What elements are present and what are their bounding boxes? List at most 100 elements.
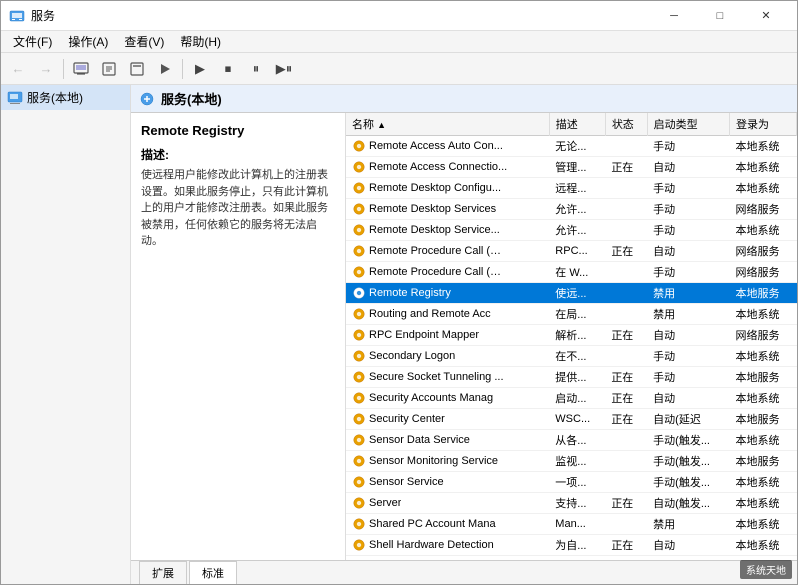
toolbar-btn-4[interactable] <box>152 57 178 81</box>
tab-standard[interactable]: 标准 <box>189 561 237 584</box>
service-startup-cell: 禁用 <box>647 304 729 325</box>
service-status-cell <box>605 472 647 493</box>
table-row[interactable]: Remote Desktop Services允许...手动网络服务 <box>346 199 797 220</box>
service-status-cell: 正在 <box>605 367 647 388</box>
col-startup[interactable]: 启动类型 <box>647 113 729 136</box>
menu-action[interactable]: 操作(A) <box>60 31 116 52</box>
service-startup-cell: 手动 <box>647 199 729 220</box>
service-status-cell: 正在 <box>605 325 647 346</box>
toolbar-sep-1 <box>63 59 64 79</box>
minimize-button[interactable]: ─ <box>651 1 697 31</box>
sidebar-item-local-services[interactable]: 服务(本地) <box>1 85 130 110</box>
table-row[interactable]: Sensor Service一项...手动(触发...本地系统 <box>346 472 797 493</box>
service-status-cell <box>605 346 647 367</box>
service-startup-cell: 自动 <box>647 325 729 346</box>
toolbar-btn-1[interactable] <box>68 57 94 81</box>
table-row[interactable]: Shell Hardware Detection为自...正在自动本地系统 <box>346 535 797 556</box>
table-row[interactable]: Remote Desktop Configu...远程...手动本地系统 <box>346 178 797 199</box>
service-login-cell: 本地系统 <box>729 304 796 325</box>
service-startup-cell: 自动(触发... <box>647 493 729 514</box>
menu-view[interactable]: 查看(V) <box>116 31 172 52</box>
table-header-row: 名称 ▲ 描述 状态 启动类型 登录为 <box>346 113 797 136</box>
service-icon <box>352 412 366 426</box>
service-login-cell: 本地服务 <box>729 367 796 388</box>
service-startup-cell: 手动(触发... <box>647 472 729 493</box>
table-row[interactable]: RPC Endpoint Mapper解析...正在自动网络服务 <box>346 325 797 346</box>
service-desc-cell: 支持... <box>549 493 605 514</box>
service-status-cell: 正在 <box>605 241 647 262</box>
play-button[interactable]: ▶ <box>187 57 213 81</box>
title-bar-left: 服务 <box>9 7 55 24</box>
service-status-cell <box>605 262 647 283</box>
toolbar-btn-3[interactable] <box>124 57 150 81</box>
col-desc[interactable]: 描述 <box>549 113 605 136</box>
service-login-cell: 本地服务 <box>729 283 796 304</box>
service-startup-cell: 手动 <box>647 178 729 199</box>
service-login-cell: 网络服务 <box>729 325 796 346</box>
col-status[interactable]: 状态 <box>605 113 647 136</box>
back-button[interactable]: ← <box>5 57 31 81</box>
table-row[interactable]: Remote Registry使远...禁用本地服务 <box>346 283 797 304</box>
service-startup-cell: 手动 <box>647 136 729 157</box>
menu-bar: 文件(F) 操作(A) 查看(V) 帮助(H) <box>1 31 797 53</box>
col-login[interactable]: 登录为 <box>729 113 796 136</box>
service-desc-cell: WSC... <box>549 409 605 430</box>
table-row[interactable]: Shared PC Account ManaMan...禁用本地系统 <box>346 514 797 535</box>
content-header: 服务(本地) <box>131 85 797 113</box>
table-row[interactable]: Routing and Remote Acc在局...禁用本地系统 <box>346 304 797 325</box>
service-icon <box>352 496 366 510</box>
service-desc-cell: 管理... <box>549 157 605 178</box>
services-icon <box>7 90 23 106</box>
tab-expand[interactable]: 扩展 <box>139 561 187 584</box>
menu-file[interactable]: 文件(F) <box>5 31 60 52</box>
service-login-cell: 本地系统 <box>729 346 796 367</box>
service-login-cell: 本地服务 <box>729 409 796 430</box>
service-startup-cell: 自动 <box>647 535 729 556</box>
service-desc-cell: 在局... <box>549 304 605 325</box>
forward-button[interactable]: → <box>33 57 59 81</box>
table-row[interactable]: Secure Socket Tunneling ...提供...正在手动本地服务 <box>346 367 797 388</box>
service-name-cell: Shell Hardware Detection <box>346 535 549 556</box>
services-table-container[interactable]: 名称 ▲ 描述 状态 启动类型 登录为 Remote Access Auto C… <box>346 113 797 560</box>
stop-button[interactable]: ⏹ <box>215 57 241 81</box>
col-name[interactable]: 名称 ▲ <box>346 113 549 136</box>
service-desc-cell: 无论... <box>549 136 605 157</box>
service-login-cell: 本地系统 <box>729 493 796 514</box>
info-panel-desc: 使远程用户能修改此计算机上的注册表设置。如果此服务停止，只有此计算机上的用户才能… <box>141 167 335 250</box>
table-row[interactable]: Security CenterWSC...正在自动(延迟本地服务 <box>346 409 797 430</box>
service-desc-cell: 监视... <box>549 451 605 472</box>
table-row[interactable]: Remote Access Auto Con...无论...手动本地系统 <box>346 136 797 157</box>
table-row[interactable]: Sensor Monitoring Service监视...手动(触发...本地… <box>346 451 797 472</box>
service-name-cell: Remote Procedure Call (… <box>346 241 549 262</box>
window-title: 服务 <box>31 7 55 24</box>
info-panel: Remote Registry 描述: 使远程用户能修改此计算机上的注册表设置。… <box>131 113 346 560</box>
table-row[interactable]: Remote Procedure Call (…在 W...手动网络服务 <box>346 262 797 283</box>
restart-button[interactable]: ▶⏸ <box>271 57 297 81</box>
table-row[interactable]: Remote Access Connectio...管理...正在自动本地系统 <box>346 157 797 178</box>
maximize-button[interactable]: □ <box>697 1 743 31</box>
service-name-cell: Secure Socket Tunneling ... <box>346 367 549 388</box>
close-button[interactable]: ✕ <box>743 1 789 31</box>
service-login-cell: 本地系统 <box>729 157 796 178</box>
table-row[interactable]: Security Accounts Manag启动...正在自动本地系统 <box>346 388 797 409</box>
service-icon <box>352 160 366 174</box>
table-row[interactable]: Server支持...正在自动(触发...本地系统 <box>346 493 797 514</box>
table-row[interactable]: Remote Procedure Call (…RPC...正在自动网络服务 <box>346 241 797 262</box>
menu-help[interactable]: 帮助(H) <box>172 31 229 52</box>
table-row[interactable]: Sensor Data Service从各...手动(触发...本地系统 <box>346 430 797 451</box>
toolbar-btn-2[interactable] <box>96 57 122 81</box>
pause-button[interactable]: ⏸ <box>243 57 269 81</box>
table-row[interactable]: Remote Desktop Service...允许...手动本地系统 <box>346 220 797 241</box>
service-icon <box>352 223 366 237</box>
service-name-cell: Remote Desktop Services <box>346 199 549 220</box>
service-startup-cell: 自动 <box>647 388 729 409</box>
table-row[interactable]: Secondary Logon在不...手动本地系统 <box>346 346 797 367</box>
service-startup-cell: 手动 <box>647 346 729 367</box>
service-startup-cell: 自动 <box>647 241 729 262</box>
service-desc-cell: 远程... <box>549 178 605 199</box>
service-name-cell: Sensor Service <box>346 472 549 493</box>
service-desc-cell: 使远... <box>549 283 605 304</box>
service-startup-cell: 手动(触发... <box>647 451 729 472</box>
window-controls: ─ □ ✕ <box>651 1 789 31</box>
bottom-tabs: 扩展 标准 <box>131 560 797 584</box>
